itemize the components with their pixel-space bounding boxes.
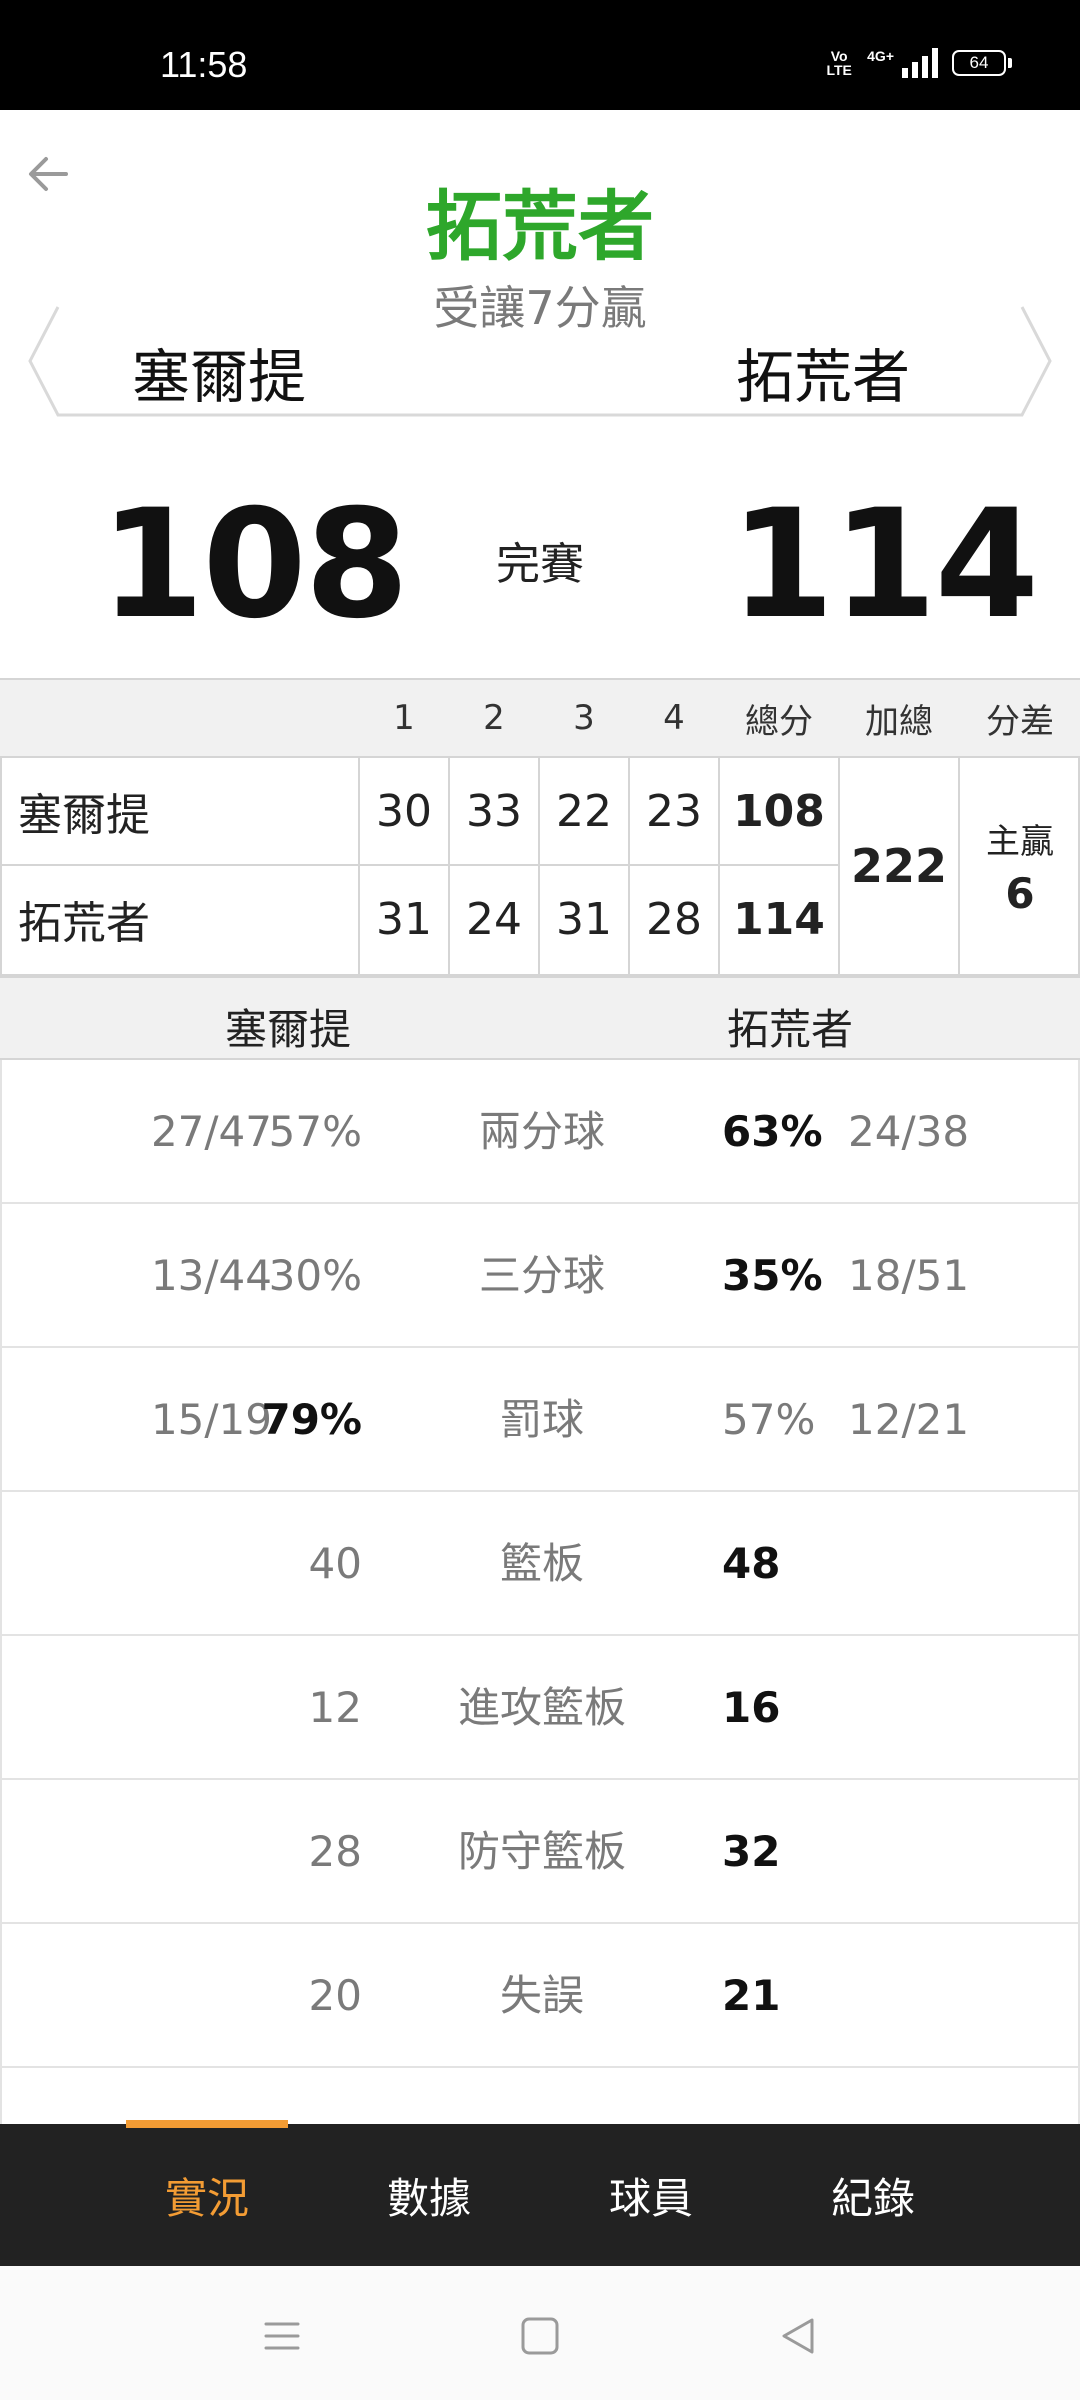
- total-score: 114: [733, 893, 825, 945]
- home-value: 32: [722, 1827, 781, 1876]
- stats-list[interactable]: 27/47 57% 兩分球 63% 24/38 13/44 30% 三分球 35…: [0, 1060, 1080, 2124]
- home-score: 114: [730, 478, 1039, 652]
- q3-score: 22: [556, 785, 612, 837]
- volte-icon: Vo LTE: [826, 48, 852, 78]
- stats-home-team: 拓荒者: [726, 1005, 853, 1054]
- tab-stats[interactable]: 數據: [318, 2124, 540, 2266]
- status-icons: Vo LTE 4G+ 64: [825, 48, 1012, 78]
- stat-label: 進攻籃板: [457, 1683, 626, 1732]
- tab-live[interactable]: 實況: [96, 2124, 318, 2266]
- home-pct: 63%: [722, 1107, 823, 1156]
- header-q3: 3: [573, 698, 595, 738]
- row-team-name: 塞爾提: [18, 790, 150, 841]
- diff-value: 6: [1005, 869, 1035, 918]
- stat-row-partial: [2, 2068, 1078, 2124]
- q4-score: 28: [646, 893, 702, 945]
- stats-header: 塞爾提 拓荒者: [0, 976, 1080, 1060]
- home-team-name: 拓荒者: [735, 343, 910, 411]
- header-q1: 1: [393, 698, 415, 738]
- tab-players[interactable]: 球員: [540, 2124, 762, 2266]
- diff-label: 主贏: [986, 822, 1054, 862]
- stat-label: 防守籃板: [457, 1827, 626, 1876]
- stat-row-two-pointers: 27/47 57% 兩分球 63% 24/38: [2, 1060, 1078, 1204]
- q1-score: 30: [376, 785, 432, 837]
- score-diff: 主贏 6: [960, 758, 1080, 974]
- stat-row-free-throws: 15/19 79% 罰球 57% 12/21: [2, 1348, 1078, 1492]
- q3-score: 31: [556, 893, 612, 945]
- quarter-table-header: 1 2 3 4 總分 加總 分差: [0, 680, 1080, 758]
- away-team-name: 塞爾提: [132, 343, 307, 411]
- header-q2: 2: [483, 698, 505, 738]
- home-frac: 24/38: [848, 1107, 970, 1156]
- q1-score: 31: [376, 893, 432, 945]
- home-frac: 12/21: [848, 1395, 970, 1444]
- quarter-score-table: 1 2 3 4 總分 加總 分差 塞爾提 30 33 22 23 108 拓荒者…: [0, 678, 1080, 976]
- stat-label: 籃板: [499, 1539, 584, 1588]
- row-team-name: 拓荒者: [18, 898, 150, 949]
- battery-icon: 64: [952, 50, 1012, 76]
- stat-label: 失誤: [499, 1971, 584, 2020]
- header-combined: 加總: [865, 701, 933, 742]
- q4-score: 23: [646, 785, 702, 837]
- winner-team-name: 拓荒者: [426, 182, 654, 271]
- home-value: 21: [722, 1971, 781, 2020]
- back-triangle-icon[interactable]: [768, 2306, 828, 2366]
- home-pct: 57%: [722, 1395, 816, 1444]
- bottom-tab-bar: 實況 數據 球員 紀錄: [0, 2124, 1080, 2266]
- menu-icon[interactable]: [252, 2306, 312, 2366]
- stat-row-rebounds: 40 籃板 48: [2, 1492, 1078, 1636]
- battery-level: 64: [952, 50, 1006, 76]
- home-value: 16: [722, 1683, 781, 1732]
- status-time: 11:58: [160, 44, 248, 85]
- stat-row-turnovers: 20 失誤 21: [2, 1924, 1078, 2068]
- combined-total: 222: [850, 839, 948, 893]
- tab-records[interactable]: 紀錄: [762, 2124, 984, 2266]
- total-score: 108: [733, 785, 825, 837]
- home-frac: 18/51: [848, 1251, 970, 1300]
- signal-icon: 4G+: [867, 48, 938, 78]
- system-nav-bar: [0, 2266, 1080, 2400]
- header-diff: 分差: [986, 701, 1054, 742]
- active-tab-indicator: [126, 2120, 288, 2128]
- home-value: 48: [722, 1539, 781, 1588]
- home-pct: 35%: [722, 1251, 823, 1300]
- q2-score: 33: [466, 785, 522, 837]
- stats-away-team: 塞爾提: [224, 1005, 351, 1054]
- header-q4: 4: [663, 698, 685, 738]
- stat-row-defensive-rebounds: 28 防守籃板 32: [2, 1780, 1078, 1924]
- status-bar: 11:58 Vo LTE 4G+ 64: [0, 0, 1080, 110]
- stat-row-three-pointers: 13/44 30% 三分球 35% 18/51: [2, 1204, 1078, 1348]
- home-square-icon[interactable]: [510, 2306, 570, 2366]
- header-total: 總分: [745, 701, 813, 742]
- stat-row-offensive-rebounds: 12 進攻籃板 16: [2, 1636, 1078, 1780]
- q2-score: 24: [466, 893, 522, 945]
- network-type-label: 4G+: [867, 48, 894, 64]
